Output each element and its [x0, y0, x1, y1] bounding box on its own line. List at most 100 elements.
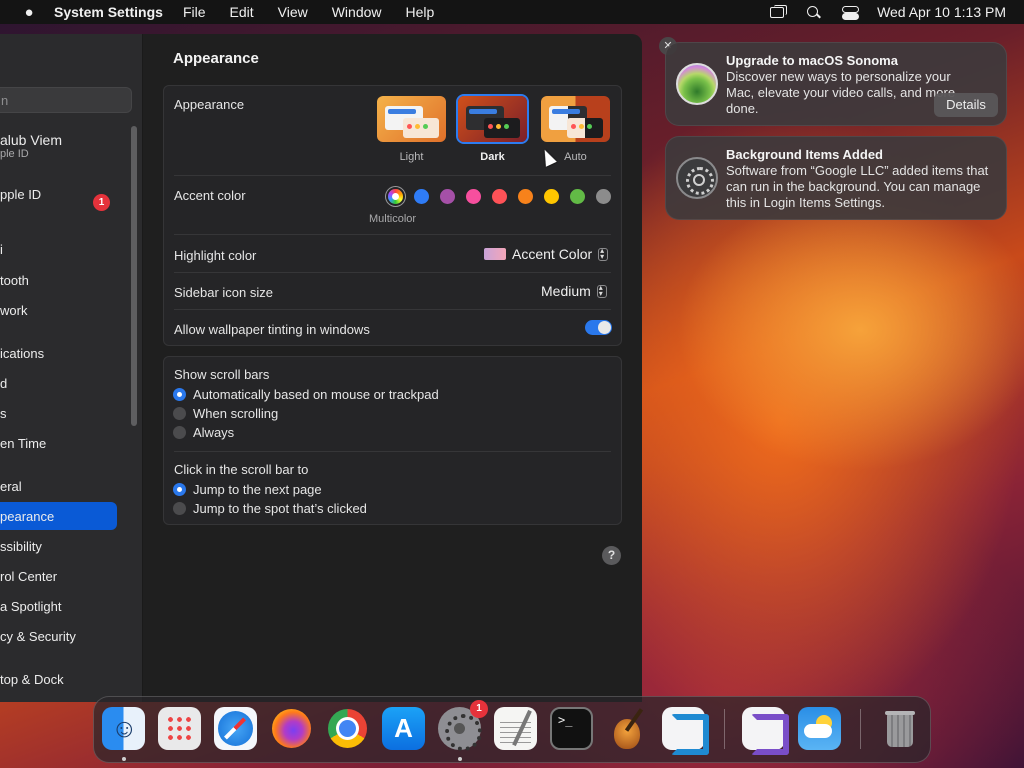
accent-swatch-yellow[interactable] — [544, 189, 559, 204]
dock: 1 — [93, 696, 931, 763]
screen-mirroring-icon[interactable] — [769, 5, 788, 19]
scroll-option-when-scrolling[interactable]: When scrolling — [173, 406, 278, 421]
appearance-label: Appearance — [174, 97, 245, 112]
accent-swatch-red[interactable] — [492, 189, 507, 204]
accent-swatch-purple[interactable] — [440, 189, 455, 204]
textedit-icon[interactable] — [494, 707, 537, 750]
chevron-updown-icon — [598, 246, 609, 261]
sidebar-icon-size-popup[interactable]: Medium — [541, 283, 607, 299]
notification-title: Background Items Added — [726, 147, 883, 162]
menu-app-name[interactable]: System Settings — [54, 4, 163, 20]
divider — [174, 175, 611, 176]
sidebar-item-notifications[interactable]: ications — [0, 346, 44, 361]
menu-file[interactable]: File — [183, 4, 206, 20]
sidebar-item-siri-spotlight[interactable]: a Spotlight — [0, 599, 61, 614]
page-title: Appearance — [173, 50, 259, 67]
spotlight-search-icon[interactable] — [805, 5, 823, 19]
menu-bar: ● System Settings File Edit View Window … — [0, 0, 1024, 24]
scroll-option-always-label: Always — [193, 425, 235, 440]
sidebar-search-field[interactable]: n — [0, 87, 132, 113]
sidebar-item-desktop-dock[interactable]: top & Dock — [0, 672, 64, 687]
sidebar-item-accessibility[interactable]: ssibility — [0, 539, 42, 554]
sidebar-item-wifi[interactable]: i — [0, 242, 3, 257]
launchpad-icon[interactable] — [158, 707, 201, 750]
sidebar-scrollbar[interactable] — [131, 126, 137, 426]
theme-auto-thumbnail[interactable] — [541, 96, 610, 142]
visual-studio-icon[interactable] — [742, 707, 789, 755]
accent-swatch-green[interactable] — [570, 189, 585, 204]
click-option-next-page[interactable]: Jump to the next page — [173, 482, 322, 497]
terminal-icon[interactable] — [550, 707, 593, 750]
safari-icon[interactable] — [214, 707, 257, 750]
scroll-bars-group: Show scroll bars Click in the scroll bar… — [163, 356, 622, 525]
theme-dark-thumbnail[interactable] — [458, 96, 527, 142]
appearance-group: Appearance Light Dark Auto Accent color … — [163, 85, 622, 346]
radio-off-icon[interactable] — [173, 407, 186, 420]
accent-swatch-orange[interactable] — [518, 189, 533, 204]
radio-off-icon[interactable] — [173, 502, 186, 515]
notification-body: Discover new ways to personalize your Ma… — [726, 69, 956, 116]
divider — [174, 272, 611, 273]
scroll-option-when-scrolling-label: When scrolling — [193, 406, 279, 421]
finder-icon[interactable] — [102, 707, 145, 750]
accent-swatch-blue[interactable] — [414, 189, 429, 204]
chrome-icon[interactable] — [326, 707, 369, 750]
theme-light-label[interactable]: Light — [377, 151, 446, 163]
notification-background-items[interactable]: Background Items Added Software from “Go… — [665, 136, 1007, 220]
sidebar-item-focus[interactable]: s — [0, 406, 7, 421]
scroll-option-always[interactable]: Always — [173, 425, 234, 440]
menu-help[interactable]: Help — [406, 4, 435, 20]
sidebar-item-privacy-security[interactable]: cy & Security — [0, 629, 76, 644]
divider — [174, 451, 611, 452]
notification-title: Upgrade to macOS Sonoma — [726, 53, 898, 68]
sidebar-item-general[interactable]: eral — [0, 479, 22, 494]
system-settings-badge: 1 — [470, 700, 488, 718]
apple-menu-icon[interactable]: ● — [18, 4, 40, 21]
sidebar-icon-size-label: Sidebar icon size — [174, 285, 273, 300]
radio-on-icon[interactable] — [173, 388, 186, 401]
sidebar-profile-name[interactable]: alub Viem — [0, 132, 62, 148]
accent-swatch-pink[interactable] — [466, 189, 481, 204]
control-center-icon[interactable] — [841, 5, 860, 20]
apple-id-badge: 1 — [93, 194, 110, 211]
scroll-option-automatic[interactable]: Automatically based on mouse or trackpad — [173, 387, 439, 402]
divider — [174, 309, 611, 310]
sidebar-item-control-center[interactable]: rol Center — [0, 569, 57, 584]
sidebar-item-screen-time[interactable]: en Time — [0, 436, 46, 451]
divider — [174, 234, 611, 235]
notification-sonoma[interactable]: Upgrade to macOS Sonoma Discover new way… — [665, 42, 1007, 126]
click-scroll-bar-label: Click in the scroll bar to — [174, 462, 309, 477]
accent-swatch-graphite[interactable] — [596, 189, 611, 204]
sidebar-item-network[interactable]: work — [0, 303, 27, 318]
sidebar-item-bluetooth[interactable]: tooth — [0, 273, 29, 288]
app-store-icon[interactable] — [382, 707, 425, 750]
trash-icon[interactable] — [878, 707, 921, 750]
menu-window[interactable]: Window — [332, 4, 382, 20]
theme-dark-label[interactable]: Dark — [458, 151, 527, 163]
wallpaper-tinting-toggle[interactable] — [585, 320, 612, 335]
menu-view[interactable]: View — [278, 4, 308, 20]
settings-gear-icon — [676, 157, 718, 199]
radio-on-icon[interactable] — [173, 483, 186, 496]
highlight-color-popup[interactable]: Accent Color — [484, 246, 609, 262]
weather-icon[interactable] — [798, 707, 841, 750]
sidebar-item-sound[interactable]: d — [0, 376, 7, 391]
sidebar-item-apple-id[interactable]: pple ID — [0, 187, 41, 202]
chevron-updown-icon — [596, 283, 607, 298]
vscode-icon[interactable] — [662, 707, 709, 755]
theme-light-thumbnail[interactable] — [377, 96, 446, 142]
settings-main-pane: Appearance Appearance Light Dark Auto Ac… — [143, 34, 642, 702]
firefox-icon[interactable] — [270, 707, 313, 750]
details-button[interactable]: Details — [934, 93, 998, 117]
garageband-icon[interactable] — [606, 707, 649, 750]
help-button[interactable]: ? — [602, 546, 621, 565]
accent-caption: Multicolor — [369, 213, 417, 225]
radio-off-icon[interactable] — [173, 426, 186, 439]
accent-swatch-multicolor[interactable] — [388, 189, 403, 204]
menu-edit[interactable]: Edit — [230, 4, 254, 20]
click-option-spot-clicked[interactable]: Jump to the spot that’s clicked — [173, 501, 367, 516]
menu-clock[interactable]: Wed Apr 10 1:13 PM — [877, 4, 1006, 20]
sidebar-item-appearance[interactable]: pearance — [0, 502, 117, 530]
running-indicator — [122, 757, 126, 761]
dock-separator — [860, 709, 861, 749]
